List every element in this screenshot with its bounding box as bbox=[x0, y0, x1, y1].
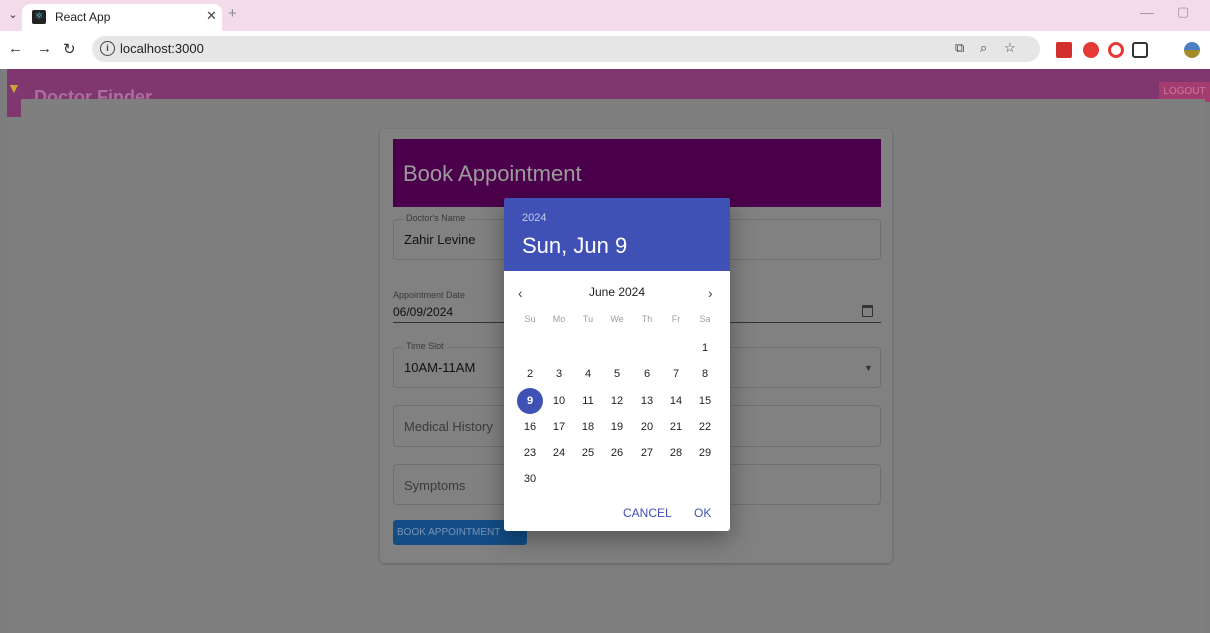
day-cell[interactable]: 26 bbox=[604, 440, 630, 466]
adblock-icon[interactable] bbox=[1083, 42, 1099, 58]
zoom-icon[interactable]: ⌕ bbox=[980, 40, 987, 56]
minimize-icon[interactable]: — bbox=[1140, 4, 1154, 20]
year-selector[interactable]: 2024 bbox=[522, 212, 546, 224]
day-cell[interactable]: 1 bbox=[692, 335, 718, 361]
day-cell[interactable]: 10 bbox=[546, 388, 572, 414]
appointment-date-input[interactable]: 06/09/2024 bbox=[393, 305, 453, 319]
restore-icon[interactable]: ▢ bbox=[1177, 4, 1189, 20]
opera-icon[interactable] bbox=[1108, 42, 1124, 58]
symptoms-placeholder: Symptoms bbox=[404, 478, 466, 493]
day-cell[interactable]: 14 bbox=[663, 388, 689, 414]
day-cell[interactable]: 4 bbox=[575, 361, 601, 387]
date-picker-header: 2024 Sun, Jun 9 bbox=[504, 198, 730, 271]
forward-icon[interactable]: → bbox=[37, 40, 52, 57]
day-cell[interactable]: 16 bbox=[517, 414, 543, 440]
day-cell[interactable]: 25 bbox=[575, 440, 601, 466]
doctor-name-value: Zahir Levine bbox=[404, 232, 476, 247]
weekday-label: We bbox=[610, 314, 624, 324]
day-cell[interactable]: 8 bbox=[692, 361, 718, 387]
puzzle-icon[interactable] bbox=[1132, 42, 1148, 58]
cast-icon[interactable]: ⧉ bbox=[955, 40, 964, 56]
tab-title: React App bbox=[55, 10, 111, 24]
profile-avatar-icon[interactable] bbox=[1184, 42, 1200, 58]
selected-date-display: Sun, Jun 9 bbox=[522, 233, 628, 258]
day-cell[interactable]: 17 bbox=[546, 414, 572, 440]
weekday-label: Mo bbox=[552, 314, 566, 324]
day-cell[interactable]: 19 bbox=[604, 414, 630, 440]
info-icon[interactable]: i bbox=[100, 41, 115, 56]
weekday-label: Tu bbox=[582, 314, 594, 324]
weekday-label: Th bbox=[641, 314, 653, 324]
day-cell[interactable]: 15 bbox=[692, 388, 718, 414]
day-cell[interactable]: 13 bbox=[634, 388, 660, 414]
doctor-name-label: Doctor's Name bbox=[403, 213, 469, 223]
tab-search-icon[interactable]: ⌄ bbox=[6, 8, 20, 22]
day-selected[interactable]: 9 bbox=[517, 388, 543, 414]
day-cell[interactable]: 18 bbox=[575, 414, 601, 440]
day-cell[interactable]: 11 bbox=[575, 388, 601, 414]
url-text: localhost:3000 bbox=[120, 41, 204, 56]
day-cell[interactable]: 12 bbox=[604, 388, 630, 414]
chevron-right-icon[interactable]: › bbox=[708, 285, 713, 301]
day-cell[interactable]: 27 bbox=[634, 440, 660, 466]
day-cell[interactable]: 29 bbox=[692, 440, 718, 466]
weekday-label: Su bbox=[524, 314, 536, 324]
day-cell[interactable]: 20 bbox=[634, 414, 660, 440]
card-header: Book Appointment bbox=[393, 139, 881, 207]
day-cell[interactable]: 24 bbox=[546, 440, 572, 466]
extension-red-icon[interactable] bbox=[1056, 42, 1072, 58]
time-slot-value: 10AM-11AM bbox=[404, 360, 476, 375]
browser-tab[interactable]: ⚛ React App ✕ bbox=[22, 4, 222, 31]
browser-toolbar: ← → ↻ i localhost:3000 ⧉ ⌕ ☆ bbox=[0, 31, 1210, 69]
app-header: ▼ Doctor Finder LOGOUT bbox=[7, 69, 1210, 107]
address-bar[interactable]: i localhost:3000 ⧉ ⌕ ☆ bbox=[92, 36, 1040, 62]
back-icon[interactable]: ← bbox=[8, 40, 23, 57]
day-cell[interactable]: 6 bbox=[634, 361, 660, 387]
react-favicon-icon: ⚛ bbox=[32, 10, 46, 24]
appointment-date-label: Appointment Date bbox=[393, 290, 466, 300]
day-cell[interactable]: 3 bbox=[546, 361, 572, 387]
reload-icon[interactable]: ↻ bbox=[63, 40, 76, 58]
cancel-button[interactable]: CANCEL bbox=[623, 506, 672, 520]
ok-button[interactable]: OK bbox=[694, 506, 711, 520]
day-cell[interactable]: 28 bbox=[663, 440, 689, 466]
weekday-label: Fr bbox=[671, 314, 681, 324]
plus-icon[interactable]: + bbox=[228, 5, 237, 22]
date-picker-dialog: 2024 Sun, Jun 9 ‹ June 2024 › Su Mo Tu We Th… bbox=[504, 198, 730, 531]
time-slot-label: Time Slot bbox=[403, 341, 447, 351]
star-icon[interactable]: ☆ bbox=[1004, 40, 1016, 56]
day-cell[interactable]: 30 bbox=[517, 466, 543, 492]
browser-tab-strip: ⌄ ⚛ React App ✕ + — ▢ bbox=[0, 0, 1210, 31]
page-title: Book Appointment bbox=[403, 161, 582, 186]
chevron-down-icon[interactable]: ▼ bbox=[864, 363, 873, 373]
close-icon[interactable]: ✕ bbox=[206, 8, 217, 24]
day-cell[interactable]: 7 bbox=[663, 361, 689, 387]
day-cell[interactable]: 22 bbox=[692, 414, 718, 440]
day-cell[interactable]: 2 bbox=[517, 361, 543, 387]
logo-icon: ▼ bbox=[7, 80, 21, 96]
day-cell[interactable]: 21 bbox=[663, 414, 689, 440]
sidebar-stripe bbox=[7, 99, 21, 117]
day-cell[interactable]: 5 bbox=[604, 361, 630, 387]
calendar-icon[interactable] bbox=[862, 305, 873, 317]
medical-history-placeholder: Medical History bbox=[404, 419, 493, 434]
weekday-label: Sa bbox=[699, 314, 711, 324]
month-label: June 2024 bbox=[588, 285, 646, 299]
day-cell[interactable]: 23 bbox=[517, 440, 543, 466]
